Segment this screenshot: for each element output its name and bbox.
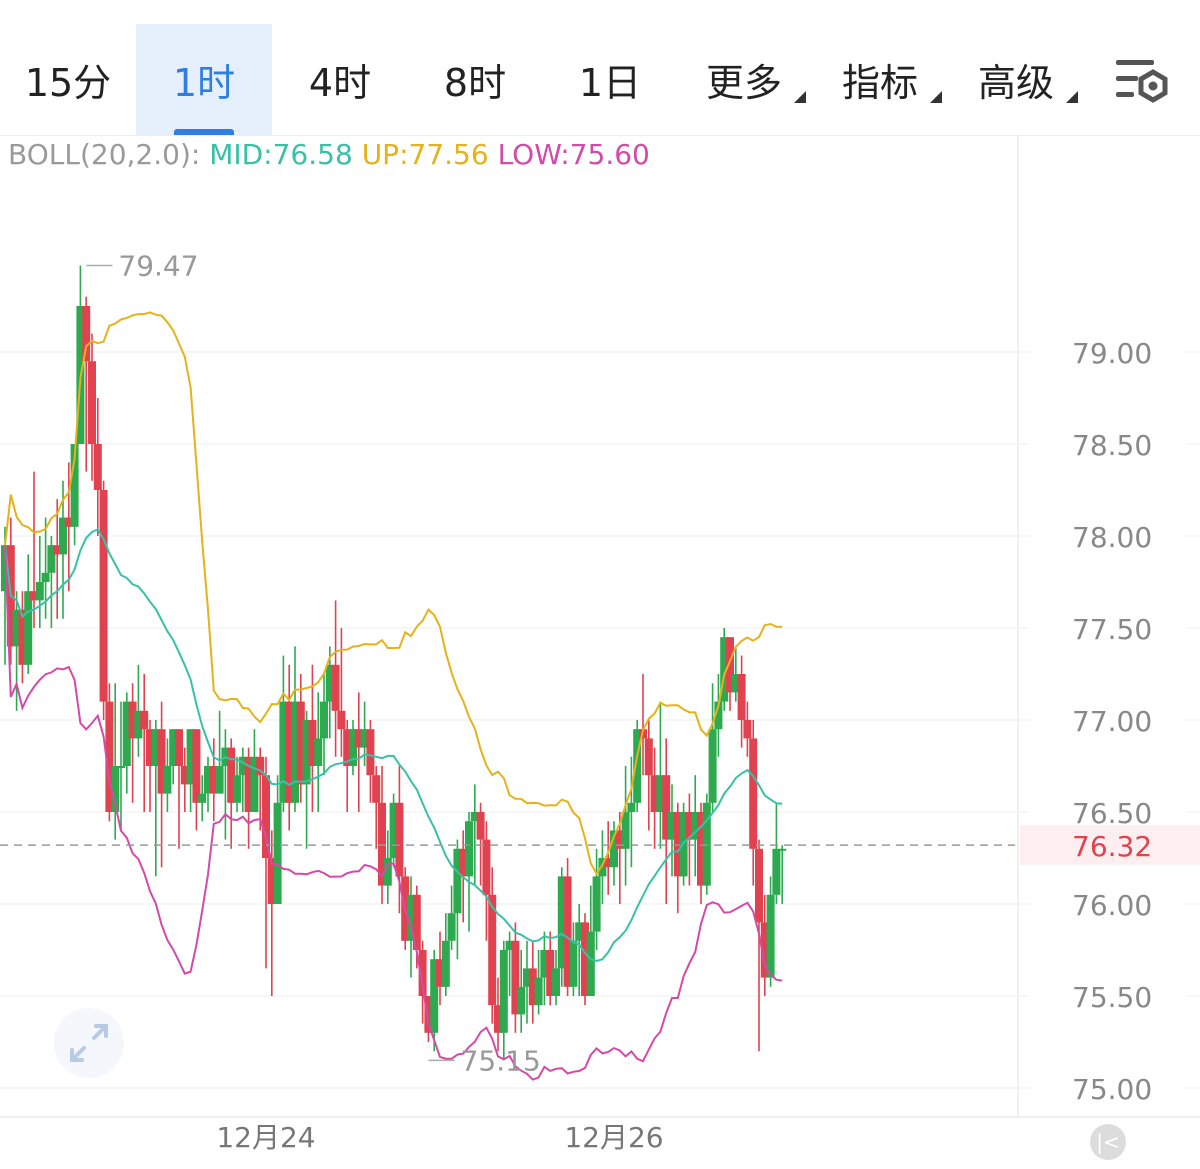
tab-label: 1日 xyxy=(578,61,642,105)
candle-body xyxy=(708,729,717,803)
candle-body xyxy=(163,766,172,794)
candle xyxy=(331,600,340,757)
candle xyxy=(99,480,108,720)
tab-label: 15分 xyxy=(24,61,112,105)
candle-body xyxy=(331,664,340,711)
tab-label: 4时 xyxy=(308,61,372,105)
candle-body xyxy=(320,701,328,739)
candle-body xyxy=(372,775,381,803)
chart-settings-icon[interactable] xyxy=(1112,54,1174,110)
expand-chart-button[interactable] xyxy=(54,1008,124,1078)
candle-body xyxy=(117,766,125,768)
tab-more[interactable]: 更多 xyxy=(696,24,812,135)
candles xyxy=(1,265,787,1061)
candle-body xyxy=(482,839,491,895)
tab-15min[interactable]: 15分 xyxy=(18,24,118,135)
y-tick-label: 76.50 xyxy=(1072,797,1152,830)
expand-arrows-icon xyxy=(70,1024,108,1062)
candle xyxy=(702,793,711,895)
y-tick-label: 77.00 xyxy=(1072,705,1152,738)
tab-advanced[interactable]: 高级 xyxy=(968,24,1084,135)
tab-label: 指标 xyxy=(841,61,918,105)
candle-body xyxy=(465,821,473,877)
candle-body xyxy=(743,720,752,739)
candle xyxy=(499,940,508,1061)
y-tick-label: 78.50 xyxy=(1072,429,1152,462)
tab-label: 高级 xyxy=(977,61,1054,105)
candle-body xyxy=(552,968,560,996)
scroll-to-latest-button[interactable]: |< xyxy=(1090,1124,1126,1160)
candle-body xyxy=(441,940,450,987)
candle-body xyxy=(447,913,456,941)
scroll-latest-icon: |< xyxy=(1096,1130,1120,1154)
candle-body xyxy=(766,894,775,978)
candle xyxy=(621,766,630,886)
tab-label: 更多 xyxy=(705,61,782,105)
candle-body xyxy=(215,766,224,794)
candlestick-chart[interactable]: 79.00 78.50 78.00 77.50 77.00 76.50 76.00 75.50… xyxy=(0,135,1200,1169)
low-marker-label: 75.15 xyxy=(461,1044,541,1077)
tab-label: 1时 xyxy=(172,61,236,105)
candle-body xyxy=(517,986,526,1015)
candle-body xyxy=(88,361,96,444)
tab-indicators[interactable]: 指标 xyxy=(832,24,948,135)
current-price-label: 76.32 xyxy=(1072,830,1152,863)
candle-body xyxy=(755,848,763,923)
x-tick-label: 12月26 xyxy=(564,1121,663,1154)
y-tick-label: 78.00 xyxy=(1072,521,1152,554)
tab-4hour[interactable]: 4时 xyxy=(290,24,390,135)
candle-body xyxy=(644,738,653,776)
candle-body xyxy=(772,848,781,895)
candle-body xyxy=(778,848,787,851)
candle-body xyxy=(24,591,33,665)
tab-8hour[interactable]: 8时 xyxy=(425,24,525,135)
y-tick-label: 75.50 xyxy=(1072,981,1152,1014)
candle-body xyxy=(621,812,630,849)
candle-body xyxy=(737,674,746,720)
candle-body xyxy=(749,738,758,849)
x-tick-label: 12月24 xyxy=(216,1121,315,1154)
candle-body xyxy=(534,977,543,1006)
y-tick-label: 76.00 xyxy=(1072,889,1152,922)
y-tick-label: 75.00 xyxy=(1072,1073,1152,1106)
candle-body xyxy=(592,876,601,932)
candle-body xyxy=(93,444,102,490)
high-marker-label: 79.47 xyxy=(118,250,198,283)
candle-body xyxy=(41,572,50,582)
y-tick-label: 79.00 xyxy=(1072,337,1152,370)
candle-body xyxy=(233,775,241,803)
candle-body xyxy=(627,802,636,812)
candle xyxy=(772,802,781,904)
candle-body xyxy=(366,729,375,776)
candle-body xyxy=(99,490,108,702)
candle-body xyxy=(198,793,207,803)
candle xyxy=(192,729,201,831)
candle-body xyxy=(476,812,485,840)
dropdown-triangle-icon xyxy=(930,91,942,103)
tab-1hour[interactable]: 1时 xyxy=(136,24,272,135)
tab-1day[interactable]: 1日 xyxy=(560,24,660,135)
candle xyxy=(465,812,473,932)
timeframe-tabs: 15分 1时 4时 8时 1日 更多 指标 高级 xyxy=(0,0,1200,136)
candle-body xyxy=(314,738,323,766)
tab-label: 8时 xyxy=(443,61,507,105)
candle-body xyxy=(35,582,44,601)
candle-body xyxy=(569,940,578,987)
candle-body xyxy=(140,710,149,730)
y-tick-label: 77.50 xyxy=(1072,613,1152,646)
candle-body xyxy=(395,802,404,877)
candle-body xyxy=(175,729,183,766)
candle-body xyxy=(192,729,201,803)
dropdown-triangle-icon xyxy=(794,91,806,103)
candle-body xyxy=(586,931,595,996)
candle-body xyxy=(337,710,346,730)
candle-body xyxy=(273,802,282,904)
dropdown-triangle-icon xyxy=(1066,91,1078,103)
candle xyxy=(175,729,183,849)
candle-body xyxy=(499,950,508,1033)
candle-body xyxy=(82,306,91,362)
candle xyxy=(511,922,520,1033)
